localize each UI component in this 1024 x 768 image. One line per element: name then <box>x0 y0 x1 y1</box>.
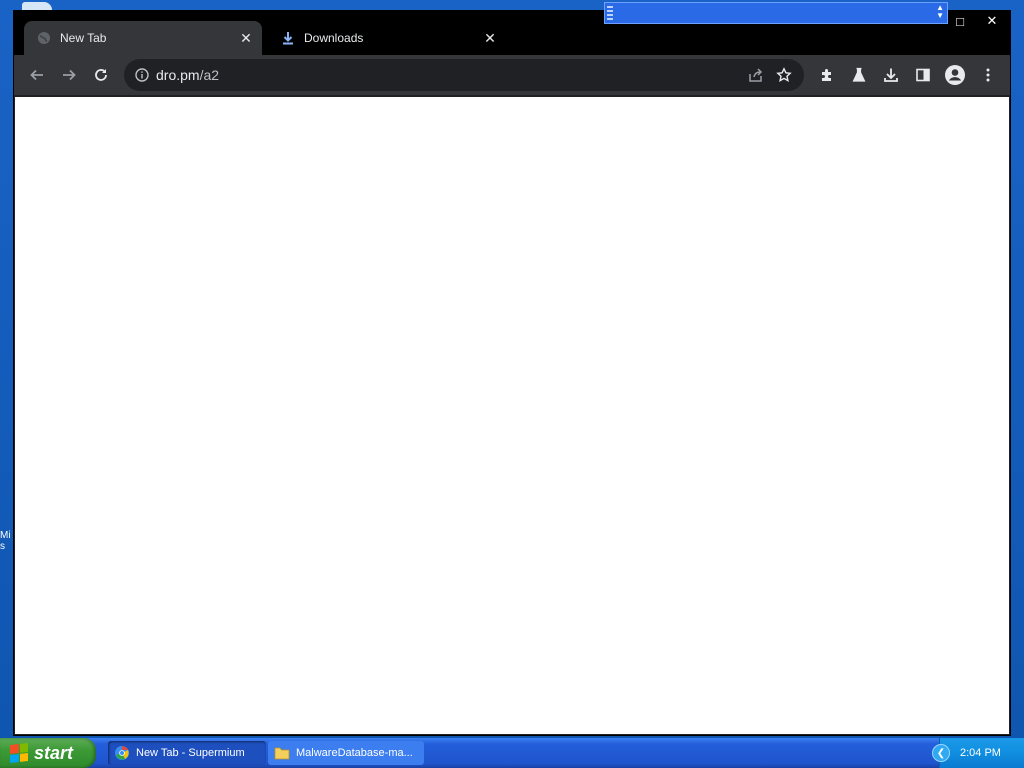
url-host: dro.pm <box>156 67 200 83</box>
start-button[interactable]: start <box>0 738 96 768</box>
tab-close-icon[interactable]: ✕ <box>480 28 500 48</box>
menu-icon[interactable] <box>974 61 1002 89</box>
url-text: dro.pm/a2 <box>156 67 219 83</box>
share-icon[interactable] <box>742 61 770 89</box>
task-label: MalwareDatabase-ma... <box>296 747 413 759</box>
windows-logo-icon <box>10 743 28 763</box>
restore-button[interactable]: □ <box>944 11 976 31</box>
chevron-left-icon[interactable]: ❮ <box>932 744 950 762</box>
clock: 2:04 PM <box>960 747 1001 759</box>
folder-icon <box>274 745 290 761</box>
start-label: start <box>34 742 74 763</box>
text-cursor-icon: I <box>557 64 564 83</box>
sidepanel-icon[interactable] <box>909 61 937 89</box>
desktop-icon-label: Mi s <box>0 530 11 552</box>
browser-toolbar: dro.pm/a2 <box>14 55 1010 95</box>
labs-icon[interactable] <box>845 61 873 89</box>
tab-label: Downloads <box>304 31 364 45</box>
floating-bar[interactable]: ▲ ▼ <box>604 2 948 24</box>
taskbar: start New Tab - Supermium MalwareDatabas… <box>0 738 1024 768</box>
scroll-arrows-icon[interactable]: ▲ ▼ <box>936 4 944 20</box>
download-icon <box>280 30 296 46</box>
reload-icon[interactable] <box>87 61 115 89</box>
browser-window: New Tab ✕ Downloads ✕ □ ✕ dro.pm/a2 I <box>13 10 1011 736</box>
system-tray: ❮ 2:04 PM <box>932 738 1024 768</box>
tab-label: New Tab <box>60 31 107 45</box>
forward-icon[interactable] <box>55 61 83 89</box>
star-icon[interactable] <box>770 61 798 89</box>
tab-close-icon[interactable]: ✕ <box>236 28 256 48</box>
tab-downloads[interactable]: Downloads ✕ <box>268 21 506 55</box>
profile-icon[interactable] <box>941 61 969 89</box>
taskbar-item-folder[interactable]: MalwareDatabase-ma... <box>268 741 424 765</box>
page-content[interactable] <box>15 97 1009 734</box>
close-button[interactable]: ✕ <box>976 11 1008 31</box>
info-icon[interactable] <box>134 67 150 83</box>
browser-icon <box>114 745 130 761</box>
task-label: New Tab - Supermium <box>136 747 245 759</box>
back-icon[interactable] <box>23 61 51 89</box>
omnibox-actions <box>742 61 798 89</box>
address-bar[interactable]: dro.pm/a2 <box>124 59 804 91</box>
download-icon[interactable] <box>877 61 905 89</box>
taskbar-item-browser[interactable]: New Tab - Supermium <box>108 741 266 765</box>
window-controls: □ ✕ <box>944 11 1008 31</box>
grip-icon[interactable] <box>607 6 613 20</box>
tab-new-tab[interactable]: New Tab ✕ <box>24 21 262 55</box>
globe-icon <box>36 30 52 46</box>
extensions-icon[interactable] <box>813 61 841 89</box>
url-path: /a2 <box>199 67 220 83</box>
